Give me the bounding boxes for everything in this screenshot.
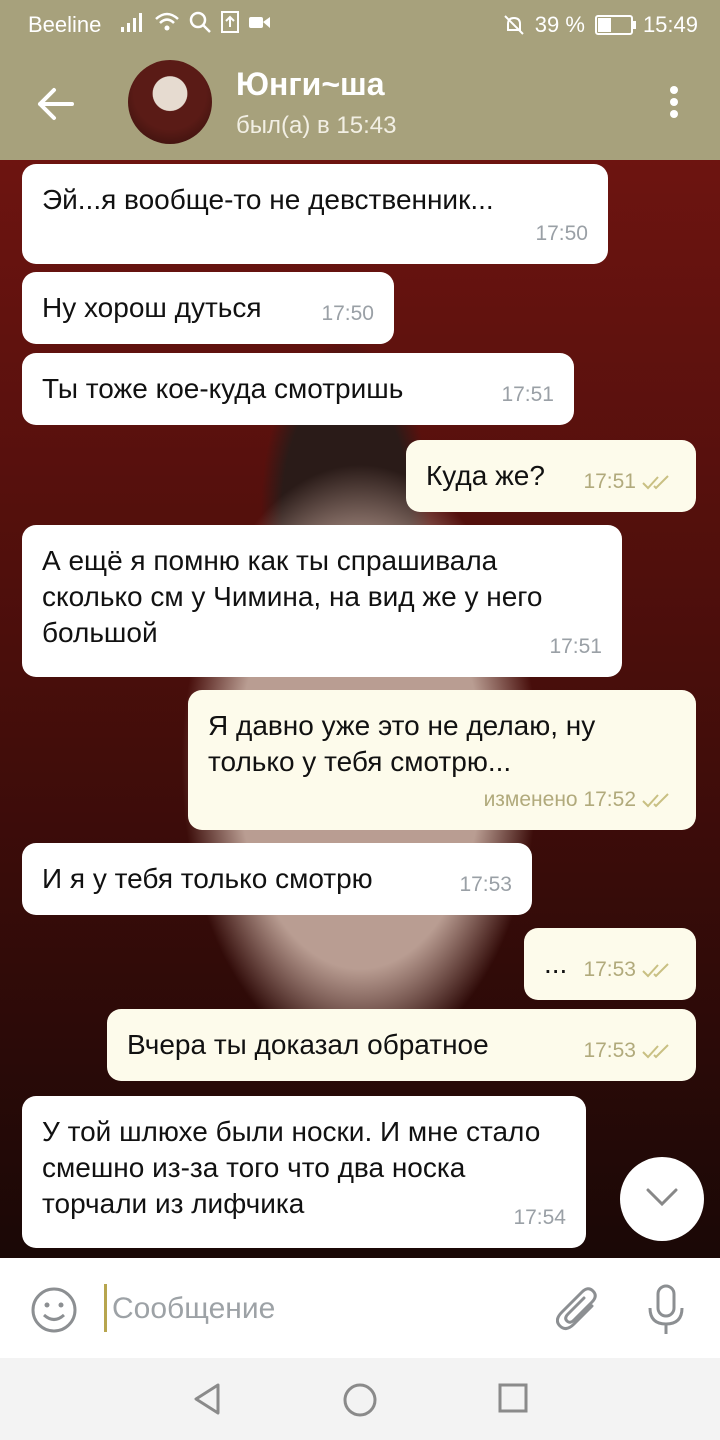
read-checkmarks-icon bbox=[642, 475, 669, 490]
search-icon bbox=[189, 11, 211, 33]
message-time: 17:50 bbox=[321, 302, 374, 325]
back-nav-icon[interactable] bbox=[192, 1382, 222, 1416]
read-checkmarks-icon bbox=[642, 1044, 669, 1059]
message-time: 17:53 bbox=[583, 1039, 636, 1062]
message-time: 17:53 bbox=[459, 873, 512, 896]
scroll-down-button[interactable] bbox=[620, 1157, 704, 1241]
message-time: 17:54 bbox=[513, 1206, 566, 1229]
message-bubble[interactable]: Ты тоже кое-куда смотришь 17:51 bbox=[22, 353, 574, 425]
recents-nav-icon[interactable] bbox=[497, 1382, 529, 1414]
chevron-down-icon bbox=[646, 1188, 678, 1207]
message-text: Ну хорош дуться bbox=[42, 292, 262, 323]
message-text: Эй...я вообще-то не девственник... bbox=[42, 184, 494, 215]
text-cursor bbox=[104, 1284, 107, 1332]
back-arrow-icon[interactable] bbox=[36, 86, 76, 122]
battery-percent: 39 % bbox=[534, 12, 585, 37]
message-bubble[interactable]: Куда же? 17:51 bbox=[406, 440, 696, 512]
message-input[interactable] bbox=[110, 1284, 534, 1334]
status-bar: Beeline 39 % 15:49 bbox=[0, 0, 720, 48]
message-bubble[interactable]: Я давно уже это не делаю, ну только у те… bbox=[188, 690, 696, 830]
chat-header: Юнги~ша был(а) в 15:43 bbox=[0, 48, 720, 160]
read-checkmarks-icon bbox=[642, 963, 669, 978]
message-time: изменено 17:52 bbox=[483, 788, 636, 811]
contact-name[interactable]: Юнги~ша bbox=[236, 66, 384, 103]
message-composer bbox=[0, 1258, 720, 1358]
read-checkmarks-icon bbox=[642, 793, 669, 808]
message-text: ... bbox=[544, 948, 568, 979]
emoji-icon[interactable] bbox=[30, 1286, 78, 1334]
clock: 15:49 bbox=[642, 12, 698, 37]
message-bubble[interactable]: Ну хорош дуться 17:50 bbox=[22, 272, 394, 344]
system-nav-bar bbox=[0, 1358, 720, 1440]
mute-icon bbox=[504, 15, 524, 35]
message-bubble[interactable]: И я у тебя только смотрю 17:53 bbox=[22, 843, 532, 915]
message-text: А ещё я помню как ты спрашивала сколько … bbox=[42, 545, 543, 648]
chat-area: Эй...я вообще-то не девственник... 17:50… bbox=[0, 160, 720, 1258]
message-time: 17:51 bbox=[501, 383, 554, 406]
message-text: Куда же? bbox=[426, 460, 545, 491]
home-nav-icon[interactable] bbox=[342, 1382, 378, 1418]
microphone-icon[interactable] bbox=[646, 1284, 686, 1336]
carrier-name: Beeline bbox=[28, 12, 102, 37]
video-icon bbox=[249, 17, 270, 28]
attach-icon[interactable] bbox=[556, 1286, 600, 1334]
message-time: 17:51 bbox=[583, 470, 636, 493]
battery-icon bbox=[594, 15, 636, 35]
message-bubble[interactable]: У той шлюхе были носки. И мне стало смеш… bbox=[22, 1096, 586, 1248]
message-time: 17:50 bbox=[535, 222, 588, 245]
message-bubble[interactable]: А ещё я помню как ты спрашивала сколько … bbox=[22, 525, 622, 677]
more-menu-icon[interactable] bbox=[670, 86, 680, 122]
message-time: 17:53 bbox=[583, 958, 636, 981]
wifi-icon bbox=[155, 12, 179, 31]
message-text: Ты тоже кое-куда смотришь bbox=[42, 373, 404, 404]
last-seen: был(а) в 15:43 bbox=[236, 112, 397, 139]
message-text: Я давно уже это не делаю, ну только у те… bbox=[208, 710, 596, 777]
message-text: У той шлюхе были носки. И мне стало смеш… bbox=[42, 1116, 541, 1219]
message-bubble[interactable]: ... 17:53 bbox=[524, 928, 696, 1000]
signal-icon bbox=[121, 13, 142, 32]
message-time: 17:51 bbox=[549, 635, 602, 658]
message-text: Вчера ты доказал обратное bbox=[127, 1029, 489, 1060]
upload-icon bbox=[221, 11, 239, 33]
message-bubble[interactable]: Эй...я вообще-то не девственник... 17:50 bbox=[22, 164, 608, 264]
message-text: И я у тебя только смотрю bbox=[42, 863, 373, 894]
avatar[interactable] bbox=[128, 60, 212, 144]
message-bubble[interactable]: Вчера ты доказал обратное 17:53 bbox=[107, 1009, 696, 1081]
